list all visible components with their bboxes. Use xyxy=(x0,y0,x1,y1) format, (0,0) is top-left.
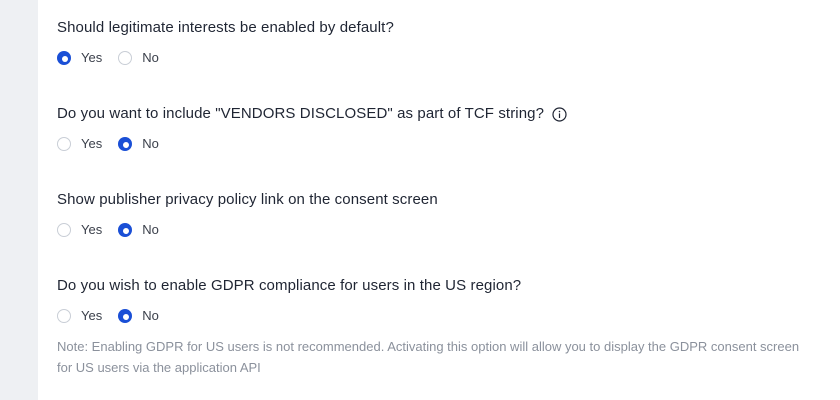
gdpr-us-note: Note: Enabling GDPR for US users is not … xyxy=(57,339,800,375)
radio-button-no[interactable] xyxy=(118,50,133,65)
radio-button-yes[interactable] xyxy=(57,50,71,65)
radio-button-yes[interactable] xyxy=(57,308,71,323)
question-label-row: Do you want to include "VENDORS DISCLOSE… xyxy=(57,104,567,124)
radio-group-gdpr-us-region: Yes No xyxy=(57,308,807,323)
radio-label-no: No xyxy=(142,136,159,151)
radio-label-no: No xyxy=(142,50,159,65)
radio-option-yes[interactable]: Yes xyxy=(57,136,102,151)
radio-label-yes: Yes xyxy=(81,136,103,151)
question-legitimate-interests: Should legitimate interests be enabled b… xyxy=(57,18,394,65)
radio-option-yes[interactable]: Yes xyxy=(57,308,102,323)
radio-button-yes[interactable] xyxy=(57,222,71,237)
radio-option-no[interactable]: No xyxy=(118,222,159,237)
radio-group-legitimate-interests: Yes No xyxy=(57,50,394,65)
radio-button-no[interactable] xyxy=(118,222,133,237)
radio-option-yes[interactable]: Yes xyxy=(57,50,102,65)
question-label: Should legitimate interests be enabled b… xyxy=(57,19,394,36)
question-label: Show publisher privacy policy link on th… xyxy=(57,191,438,208)
question-vendors-disclosed: Do you want to include "VENDORS DISCLOSE… xyxy=(57,104,567,151)
radio-option-no[interactable]: No xyxy=(118,50,159,65)
radio-button-yes[interactable] xyxy=(57,136,71,151)
radio-group-vendors-disclosed: Yes No xyxy=(57,136,567,151)
radio-button-no[interactable] xyxy=(118,136,133,151)
radio-label-yes: Yes xyxy=(81,308,103,323)
radio-label-no: No xyxy=(142,308,159,323)
question-label: Do you wish to enable GDPR compliance fo… xyxy=(57,277,522,294)
radio-label-yes: Yes xyxy=(81,50,103,65)
radio-button-no[interactable] xyxy=(118,308,133,323)
question-gdpr-us-region: Do you wish to enable GDPR compliance fo… xyxy=(57,276,807,378)
question-privacy-policy-link: Show publisher privacy policy link on th… xyxy=(57,190,438,237)
radio-option-no[interactable]: No xyxy=(118,136,159,151)
radio-label-no: No xyxy=(142,222,159,237)
radio-group-privacy-policy-link: Yes No xyxy=(57,222,438,237)
radio-option-yes[interactable]: Yes xyxy=(57,222,102,237)
radio-option-no[interactable]: No xyxy=(118,308,159,323)
info-circle-icon[interactable] xyxy=(552,106,567,122)
radio-label-yes: Yes xyxy=(81,222,103,237)
question-label: Do you want to include "VENDORS DISCLOSE… xyxy=(57,105,545,122)
